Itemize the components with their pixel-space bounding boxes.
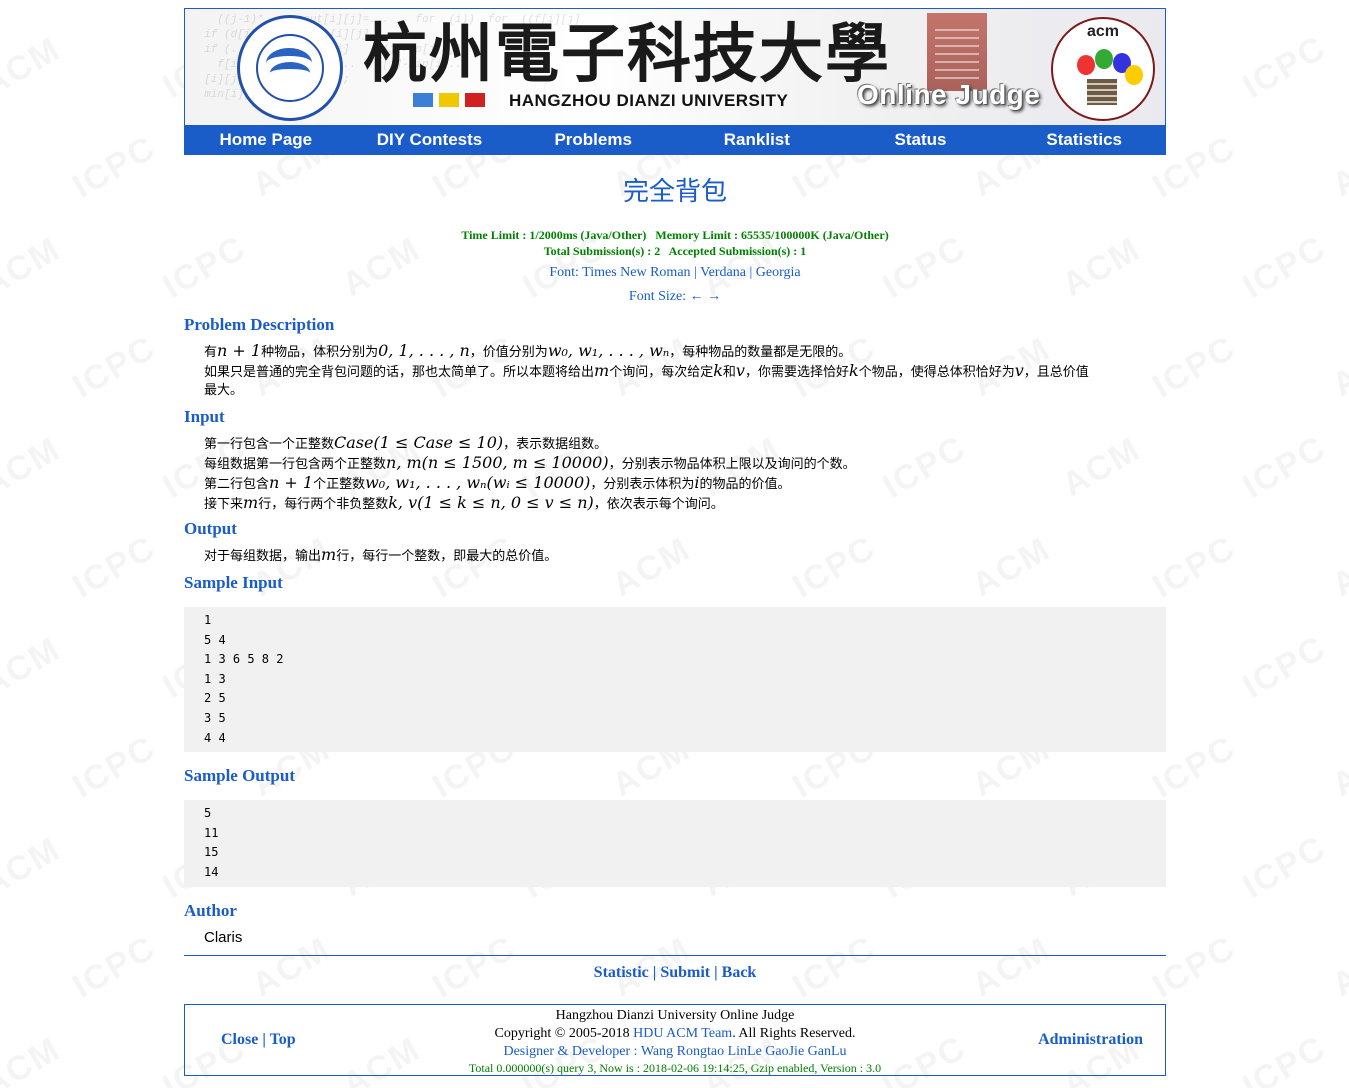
online-judge-title: Online Judge bbox=[857, 79, 1041, 110]
input-description: 第一行包含一个正整数Case(1 ≤ Case ≤ 10)，表示数据组数。 每组… bbox=[204, 433, 856, 512]
banner-flags bbox=[413, 93, 491, 112]
footer-right-links: Administration bbox=[1038, 1031, 1143, 1049]
font-verdana-link[interactable]: Verdana bbox=[700, 265, 746, 280]
nav-diy-contests[interactable]: DIY Contests bbox=[348, 125, 512, 155]
watermark-text: ACM bbox=[0, 830, 68, 905]
header-banner: ((j-1)*... cout[i][j]=... for (i)) for (… bbox=[184, 8, 1166, 125]
acm-icpc-logo: acm bbox=[1051, 17, 1155, 121]
sample-output-line: 14 bbox=[204, 864, 219, 879]
section-title-author: Author bbox=[184, 900, 237, 920]
problem-actions: Statistic | Submit | Back bbox=[593, 963, 757, 981]
watermark-text: ICPC bbox=[1236, 828, 1333, 906]
university-name-en: HANGZHOU DIANZI UNIVERSITY bbox=[509, 91, 789, 110]
sample-output-line: 11 bbox=[204, 825, 219, 840]
watermark-text: ICPC bbox=[1236, 428, 1333, 506]
sample-input-line: 2 5 bbox=[204, 691, 226, 706]
sample-output-line: 5 bbox=[204, 806, 212, 821]
watermark-text: ICPC bbox=[66, 928, 163, 1006]
nav-statistics[interactable]: Statistics bbox=[1002, 125, 1166, 155]
watermark-text: ACM bbox=[0, 230, 68, 305]
sample-input-line: 3 5 bbox=[204, 710, 226, 725]
font-size-decrease[interactable]: ← bbox=[690, 289, 704, 304]
footer-designers: Designer & Developer : Wang Rongtao LinL… bbox=[185, 1043, 1165, 1061]
hdu-acm-team-link[interactable]: HDU ACM Team bbox=[633, 1026, 732, 1041]
university-name-cn: 杭州電子科技大學 bbox=[363, 17, 891, 92]
page-container: ((j-1)*... cout[i][j]=... for (i)) for (… bbox=[184, 8, 1166, 1076]
administration-link[interactable]: Administration bbox=[1038, 1031, 1143, 1048]
nav-home-page[interactable]: Home Page bbox=[184, 125, 348, 155]
sample-input-line: 1 3 6 5 8 2 bbox=[204, 652, 284, 667]
font-times-link[interactable]: Times New Roman bbox=[582, 265, 690, 280]
problem-description: 有n + 1种物品，体积分别为0, 1, . . . , n，价值分别为w₀, … bbox=[204, 341, 1089, 398]
author-name: Claris bbox=[204, 928, 243, 946]
footer: Close | Top Hangzhou Dianzi University O… bbox=[184, 1003, 1166, 1076]
watermark-text: ICPC bbox=[1236, 628, 1333, 706]
nav-status[interactable]: Status bbox=[839, 125, 1003, 155]
sample-output-line: 15 bbox=[204, 845, 219, 860]
watermark-text: ICPC bbox=[66, 328, 163, 406]
watermark-text: ICPC bbox=[66, 728, 163, 806]
font-georgia-link[interactable]: Georgia bbox=[756, 265, 801, 280]
watermark-text: ICPC bbox=[1236, 228, 1333, 306]
sample-input-line: 1 bbox=[204, 613, 212, 627]
submit-link[interactable]: Submit bbox=[660, 964, 710, 981]
watermark-text: ICPC bbox=[1236, 28, 1333, 106]
watermark-text: ACM bbox=[1326, 330, 1349, 405]
section-title-input: Input bbox=[184, 407, 225, 426]
nav-problems[interactable]: Problems bbox=[511, 125, 675, 155]
watermark-text: ACM bbox=[1326, 530, 1349, 605]
watermark-text: ICPC bbox=[1236, 1028, 1333, 1088]
watermark-text: ACM bbox=[1326, 730, 1349, 805]
nav-ranklist[interactable]: Ranklist bbox=[675, 125, 839, 155]
section-title-description: Problem Description bbox=[184, 315, 335, 334]
watermark-text: ICPC bbox=[66, 528, 163, 606]
watermark-text: ICPC bbox=[66, 128, 163, 206]
watermark-text: ACM bbox=[0, 1030, 68, 1088]
main-nav: Home Page DIY Contests Problems Ranklist… bbox=[184, 125, 1166, 155]
sample-input-line: 1 3 bbox=[204, 671, 226, 686]
content-divider bbox=[184, 954, 1166, 956]
sample-input-line: 5 4 bbox=[204, 632, 226, 647]
output-description: 对于每组数据，输出m行，每行一个整数，即最大的总价值。 bbox=[204, 545, 558, 564]
sample-input-block: 1 5 4 1 3 6 5 8 2 1 3 2 5 3 5 4 4 bbox=[184, 607, 1166, 753]
problem-title: 完全背包 bbox=[622, 177, 727, 207]
footer-stats: Total 0.000000(s) query 3, Now is : 2018… bbox=[468, 1060, 882, 1075]
sample-output-block: 5 11 15 14 bbox=[184, 800, 1166, 887]
watermark-text: ACM bbox=[0, 30, 68, 105]
designers-link[interactable]: Designer & Developer : Wang Rongtao LinL… bbox=[503, 1044, 846, 1059]
watermark-text: ACM bbox=[0, 630, 68, 705]
footer-info: Hangzhou Dianzi University Online Judge … bbox=[185, 1007, 1165, 1075]
statistic-link[interactable]: Statistic bbox=[594, 964, 649, 981]
footer-copyright: Copyright © 2005-2018 HDU ACM Team. All … bbox=[494, 1025, 856, 1041]
watermark-text: ACM bbox=[1326, 130, 1349, 205]
sample-input-line: 4 4 bbox=[204, 730, 226, 745]
footer-oj-name: Hangzhou Dianzi University Online Judge bbox=[555, 1007, 795, 1023]
section-title-output: Output bbox=[184, 519, 237, 538]
section-title-sample-input: Sample Input bbox=[184, 573, 283, 592]
font-size-increase[interactable]: → bbox=[707, 289, 721, 304]
section-title-sample-output: Sample Output bbox=[184, 766, 295, 786]
font-size-selector: Font Size: ← → bbox=[628, 289, 722, 304]
limits-line: Time Limit : 1/2000ms (Java/Other) Memor… bbox=[461, 228, 889, 242]
watermark-text: ACM bbox=[1326, 930, 1349, 1005]
back-link[interactable]: Back bbox=[722, 964, 757, 981]
watermark-text: ACM bbox=[0, 430, 68, 505]
university-seal-logo bbox=[237, 15, 343, 121]
font-selector: Font: Times New Roman | Verdana | Georgi… bbox=[549, 265, 801, 280]
submissions-line: Total Submission(s) : 2 Accepted Submiss… bbox=[543, 244, 807, 258]
problem-limits: Time Limit : 1/2000ms (Java/Other) Memor… bbox=[184, 227, 1166, 259]
